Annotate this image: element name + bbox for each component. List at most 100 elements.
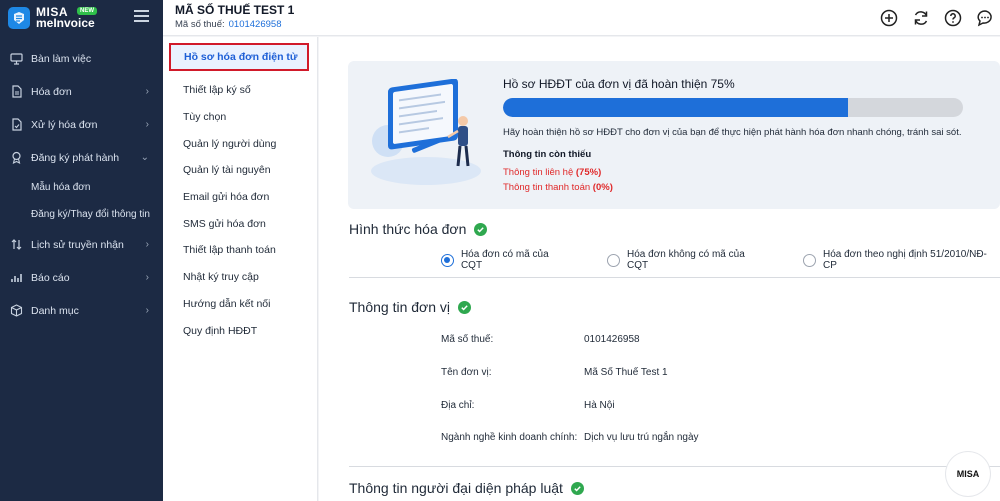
progress-title: Hồ sơ HĐĐT của đơn vị đã hoàn thiện 75% xyxy=(503,77,735,91)
section-title-text: Hình thức hóa đơn xyxy=(349,221,467,237)
field-label-unit-name: Tên đơn vị: xyxy=(441,367,492,378)
radio-unselected-icon xyxy=(803,253,816,267)
field-value-unit-name: Mã Số Thuế Test 1 xyxy=(584,367,668,378)
profile-progress-card: Hồ sơ HĐĐT của đơn vị đã hoàn thiện 75% … xyxy=(348,61,1000,209)
award-icon xyxy=(9,151,23,165)
refresh-icon[interactable] xyxy=(910,7,932,29)
process-invoice-icon xyxy=(9,118,23,132)
sidebar-subitem-register-change-info[interactable]: Đăng ký/Thay đổi thông tin xyxy=(0,201,163,228)
missing-item-percent: (75%) xyxy=(575,167,602,178)
field-value-business-line: Dịch vụ lưu trú ngắn ngày xyxy=(584,432,699,443)
progress-description: Hãy hoàn thiện hồ sơ HĐĐT cho đơn vị của… xyxy=(503,127,962,138)
missing-item-label: Thông tin thanh toán xyxy=(503,182,591,193)
bar-chart-icon xyxy=(9,271,23,285)
missing-contact-info[interactable]: Thông tin liên hệ (75%) xyxy=(503,167,601,178)
settings-item-digital-signature[interactable]: Thiết lập ký số xyxy=(163,77,317,104)
tax-code-value[interactable]: 0101426958 xyxy=(229,19,282,30)
field-value-address: Hà Nội xyxy=(584,400,615,411)
misa-logo-watermark: MISA xyxy=(946,452,990,496)
missing-payment-info[interactable]: Thông tin thanh toán (0%) xyxy=(503,182,613,193)
settings-item-payment-setup[interactable]: Thiết lập thanh toán xyxy=(163,237,317,264)
unit-info-section-title: Thông tin đơn vị xyxy=(349,299,472,315)
top-header: MÃ SỐ THUẾ TEST 1 Mã số thuế: 0101426958 xyxy=(163,0,1000,36)
missing-item-percent: (0%) xyxy=(592,182,613,193)
settings-item-connection-guide[interactable]: Hướng dẫn kết nối xyxy=(163,291,317,318)
hamburger-menu-icon[interactable] xyxy=(134,10,149,22)
profile-progress-fill xyxy=(503,98,848,117)
cube-icon xyxy=(9,304,23,318)
sidebar-item-label: Danh mục xyxy=(31,304,79,317)
company-name: MÃ SỐ THUẾ TEST 1 xyxy=(175,3,295,17)
chevron-down-icon: ⌄ xyxy=(140,152,149,163)
invoice-icon xyxy=(9,85,23,99)
profile-illustration-icon xyxy=(371,79,481,185)
radio-unselected-icon xyxy=(607,253,621,267)
transfer-icon xyxy=(9,238,23,252)
radio-label: Hóa đơn có mã của CQT xyxy=(460,249,549,271)
missing-item-label: Thông tin liên hệ xyxy=(503,167,574,178)
tax-code-label: Mã số thuế: xyxy=(175,19,225,30)
sidebar-subitem-invoice-template[interactable]: Mẫu hóa đơn xyxy=(0,174,163,201)
main-content: Hồ sơ HĐĐT của đơn vị đã hoàn thiện 75% … xyxy=(319,37,1000,501)
settings-item-invoice-sms[interactable]: SMS gửi hóa đơn xyxy=(163,210,317,237)
sidebar-item-registration[interactable]: Đăng ký phát hành ⌄ xyxy=(0,141,163,174)
brand[interactable]: MISA meInvoice NEW xyxy=(0,0,163,36)
profile-progress-bar xyxy=(503,98,963,117)
help-icon[interactable] xyxy=(942,7,964,29)
sidebar-item-invoices[interactable]: Hóa đơn › xyxy=(0,75,163,108)
sidebar-item-label: Xử lý hóa đơn xyxy=(31,118,98,131)
settings-menu: Hồ sơ hóa đơn điện tử Thiết lập ký số Tù… xyxy=(163,37,318,501)
section-title-text: Thông tin đơn vị xyxy=(349,299,451,315)
chevron-right-icon: › xyxy=(145,305,149,316)
settings-item-user-management[interactable]: Quản lý người dùng xyxy=(163,130,317,157)
settings-item-resource-management[interactable]: Quản lý tài nguyên xyxy=(163,157,317,184)
chevron-right-icon: › xyxy=(145,239,149,250)
section-divider xyxy=(349,277,1000,278)
new-badge: NEW xyxy=(77,7,97,15)
field-label-address: Địa chỉ: xyxy=(441,400,475,411)
chevron-right-icon: › xyxy=(145,119,149,130)
legal-rep-section-title: Thông tin người đại diện pháp luật xyxy=(349,480,584,496)
sidebar-item-transfer-history[interactable]: Lịch sử truyền nhận › xyxy=(0,228,163,261)
settings-item-einvoice-profile[interactable]: Hồ sơ hóa đơn điện tử xyxy=(169,43,309,71)
chat-icon[interactable] xyxy=(974,7,996,29)
add-circle-icon[interactable] xyxy=(878,7,900,29)
sidebar-item-label: Bàn làm việc xyxy=(31,52,92,65)
field-label-business-line: Ngành nghề kinh doanh chính: xyxy=(441,432,578,443)
sidebar-item-reports[interactable]: Báo cáo › xyxy=(0,261,163,294)
brand-product: meInvoice xyxy=(36,16,95,30)
field-label-tax-code: Mã số thuế: xyxy=(441,334,494,345)
radio-selected-icon xyxy=(441,253,454,267)
tax-code-line: Mã số thuế: 0101426958 xyxy=(175,19,281,30)
invoice-form-options: Hóa đơn có mã của CQT Hóa đơn không có m… xyxy=(441,249,1000,271)
invoice-form-section-title: Hình thức hóa đơn xyxy=(349,221,488,237)
check-circle-icon xyxy=(458,300,472,314)
settings-item-options[interactable]: Tùy chọn xyxy=(163,104,317,131)
section-title-text: Thông tin người đại diện pháp luật xyxy=(349,480,563,496)
brand-logo-icon xyxy=(8,7,30,29)
check-circle-icon xyxy=(570,481,584,495)
settings-item-access-log[interactable]: Nhật ký truy cập xyxy=(163,264,317,291)
sidebar-item-label: Báo cáo xyxy=(31,271,70,284)
sidebar-item-label: Hóa đơn xyxy=(31,85,72,98)
sidebar-item-label: Lịch sử truyền nhận xyxy=(31,238,124,251)
radio-invoice-with-code[interactable]: Hóa đơn có mã của CQT xyxy=(441,249,572,271)
radio-label: Hóa đơn theo nghị định 51/2010/NĐ-CP xyxy=(822,249,987,271)
settings-item-invoice-email[interactable]: Email gửi hóa đơn xyxy=(163,184,317,211)
radio-invoice-without-code[interactable]: Hóa đơn không có mã của CQT xyxy=(607,249,768,271)
missing-info-title: Thông tin còn thiếu xyxy=(503,149,592,160)
settings-item-einvoice-regulations[interactable]: Quy định HĐĐT xyxy=(163,317,317,344)
sidebar-item-process-invoices[interactable]: Xử lý hóa đơn › xyxy=(0,108,163,141)
chevron-right-icon: › xyxy=(145,272,149,283)
check-circle-icon xyxy=(474,222,488,236)
monitor-icon xyxy=(9,52,23,66)
radio-invoice-decree-51[interactable]: Hóa đơn theo nghị định 51/2010/NĐ-CP xyxy=(803,249,1000,271)
watermark-text: MISA xyxy=(956,469,980,479)
section-divider xyxy=(349,466,1000,467)
sidebar-item-label: Đăng ký phát hành xyxy=(31,151,120,164)
radio-label: Hóa đơn không có mã của CQT xyxy=(627,249,745,271)
field-value-tax-code: 0101426958 xyxy=(584,334,640,345)
sidebar-item-catalog[interactable]: Danh mục › xyxy=(0,294,163,327)
sidebar: MISA meInvoice NEW Bàn làm việc Hóa đơn … xyxy=(0,0,163,501)
sidebar-item-workspace[interactable]: Bàn làm việc xyxy=(0,42,163,75)
